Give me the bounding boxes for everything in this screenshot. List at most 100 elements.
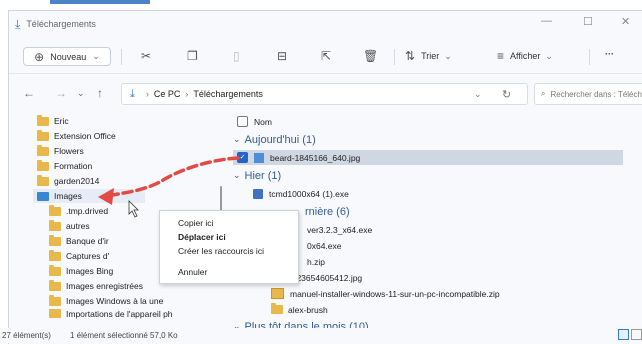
select-all-checkbox[interactable] [237,116,248,127]
close-button[interactable]: ✕ [621,15,630,28]
recent-chevron-icon[interactable]: ⌄ [77,88,85,99]
trash-icon: 🗑 [363,49,379,63]
sidebar-item-images-bing[interactable]: Images Bing [49,264,113,278]
maximize-button[interactable]: ☐ [583,15,593,28]
context-menu: Copier ici Déplacer ici Créer les raccou… [159,210,299,284]
folder-icon [37,174,49,186]
share-button[interactable]: ⇱ [321,49,331,63]
context-cancel[interactable]: Annuler [178,267,207,277]
view-button[interactable]: ≡ Afficher ⌄ [497,49,553,63]
sidebar-item-formation[interactable]: Formation [37,159,92,173]
folder-icon [49,279,61,291]
cut-button[interactable]: ✂ [141,49,151,63]
sidebar-item-images-windows[interactable]: Images Windows à la une [49,294,163,308]
folder-icon [49,249,61,261]
column-header-name[interactable]: Nom [237,114,272,129]
sidebar-item-extension-office[interactable]: Extension Office [37,129,116,143]
back-icon[interactable]: ← [23,86,35,100]
minimize-button[interactable]: — [541,15,552,27]
file-row-tcmd[interactable]: tcmd1000x64 (1).exe [253,186,349,201]
sidebar-item-tmp-drived[interactable]: .tmp.drived [49,204,108,218]
new-label: Nouveau [50,51,87,62]
sidebar-item-images-enregistrees[interactable]: Images enregistrées [49,279,143,293]
download-icon: ⤓ [130,87,135,100]
context-copy-here[interactable]: Copier ici [178,218,213,228]
sidebar-item-label: Images [54,191,82,201]
context-create-shortcuts[interactable]: Créer les raccourcis ici [178,246,264,256]
more-button[interactable]: ··· [605,49,614,59]
sidebar-item-images[interactable]: Images [33,189,145,203]
sidebar-item-label: Formation [54,161,93,171]
sidebar-item-captures[interactable]: Captures d' [49,249,109,263]
file-row-manuel[interactable]: manuel-installer-windows-11-sur-un-pc-in… [271,286,500,301]
file-name: 0x64.exe [307,240,342,251]
refresh-icon[interactable]: ↻ [502,88,511,101]
folder-icon [37,159,49,171]
status-bar: 27 élément(s) 1 élément sélectionné 57,0… [0,328,642,343]
file-row-exe[interactable]: 0x64.exe [307,238,342,253]
separator [394,49,395,65]
rename-button[interactable]: ⊟ [277,49,287,63]
chevron-right-icon: › [185,89,189,99]
group-header-today[interactable]: ⌄ Aujourd'hui (1) [233,132,316,147]
sidebar-item-importations[interactable]: Importations de l'appareil ph [49,309,217,319]
sidebar-item-flowers[interactable]: Flowers [37,144,84,158]
group-header-last-week[interactable]: rnière (6) [305,204,350,219]
file-name: h.zip [307,256,325,267]
group-header-yesterday[interactable]: ⌄ Hier (1) [233,168,281,183]
folder-icon [49,264,61,276]
forward-icon[interactable]: → [55,86,67,100]
view-label: Afficher [510,51,541,61]
file-name: ver3.2.3_x64.exe [307,224,373,235]
images-icon [37,191,49,201]
sidebar-item-garden2014[interactable]: garden2014 [37,174,99,188]
view-icon: ≡ [497,49,505,63]
breadcrumb[interactable]: ⤓ › Ce PC › Téléchargements ⌄ ↻ [121,83,528,105]
chevron-down-icon: ⌄ [233,170,241,180]
chevron-down-icon: ⌄ [92,51,100,61]
sidebar-item-label: Images Bing [66,266,114,276]
image-file-icon [254,152,264,163]
chevron-down-icon: ⌄ [545,50,553,61]
file-row-zip[interactable]: h.zip [307,254,325,269]
paste-button[interactable]: ▯ [233,49,240,63]
file-row-installer[interactable]: ver3.2.3_x64.exe [307,222,372,237]
folder-icon [271,303,283,314]
chevron-down-icon[interactable]: ⌄ [474,89,482,100]
group-label: rnière (6) [305,205,350,218]
zip-folder-icon [271,288,284,299]
sidebar-item-label: Importations de l'appareil ph [66,309,173,319]
tiles-view-icon[interactable] [631,329,642,340]
top-strip [0,0,642,6]
file-name: beard-1845166_640.jpg [270,152,361,163]
search-input[interactable]: ⌕ Rechercher dans : Téléchargem... [534,83,642,105]
up-icon[interactable]: ↑ [97,86,103,100]
delete-button[interactable]: 🗑 [363,49,378,63]
sort-button[interactable]: ⇅ Trier ⌄ [405,49,452,63]
selection-info: 1 élément sélectionné 57,0 Ko [70,331,178,340]
checkbox-checked-icon[interactable]: ✓ [237,152,248,163]
group-label: Hier (1) [244,169,282,182]
breadcrumb-downloads[interactable]: Téléchargements [193,89,263,99]
exe-file-icon [253,188,263,199]
details-view-icon[interactable] [618,329,629,340]
folder-icon [49,294,61,306]
new-button[interactable]: ⊕ Nouveau ⌄ [23,47,111,66]
paste-icon: ▯ [233,49,240,63]
file-row-alex-brush[interactable]: alex-brush [271,302,328,317]
copy-button[interactable]: ❐ [187,49,198,63]
sidebar-item-autres[interactable]: autres [49,219,90,233]
sidebar-item-label: Flowers [54,146,84,156]
folder-icon [49,234,61,246]
scissors-icon: ✂ [141,49,152,63]
breadcrumb-this-pc[interactable]: Ce PC [154,89,181,99]
sidebar-item-label: Eric [54,116,69,126]
context-move-here[interactable]: Déplacer ici [178,232,226,242]
separator [589,49,590,65]
file-name: tcmd1000x64 (1).exe [269,188,349,199]
chevron-down-icon: ⌄ [444,50,452,61]
sidebar-item-eric[interactable]: Eric [37,114,69,128]
separator [121,49,122,65]
sidebar-item-banque[interactable]: Banque d'ir [49,234,109,248]
file-row-beard[interactable]: ✓ beard-1845166_640.jpg [233,150,623,165]
